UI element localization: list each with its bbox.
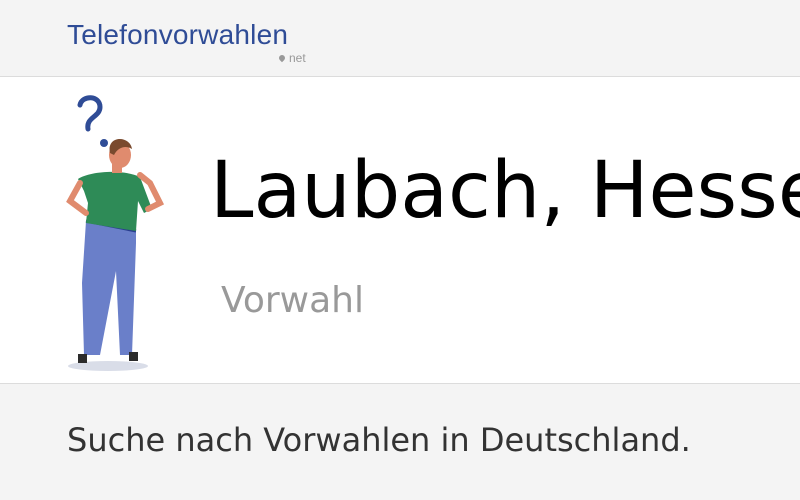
question-mark-icon (77, 95, 108, 147)
thinking-person-illustration (66, 95, 165, 371)
site-header: Telefonvorwahlen net (0, 0, 800, 77)
search-heading: Suche nach Vorwahlen in Deutschland. (67, 421, 691, 459)
page-subtitle: Vorwahl (221, 280, 364, 321)
logo-subtext: net (277, 51, 306, 65)
site-logo-link[interactable]: Telefonvorwahlen net (67, 18, 306, 65)
page-title: Laubach, Hessen (210, 146, 800, 236)
logo-subtext-label: net (289, 51, 306, 65)
hero-section: Laubach, Hessen Vorwahl (0, 77, 800, 384)
logo-text: Telefonvorwahlen (67, 19, 289, 50)
map-pin-icon (277, 53, 287, 63)
